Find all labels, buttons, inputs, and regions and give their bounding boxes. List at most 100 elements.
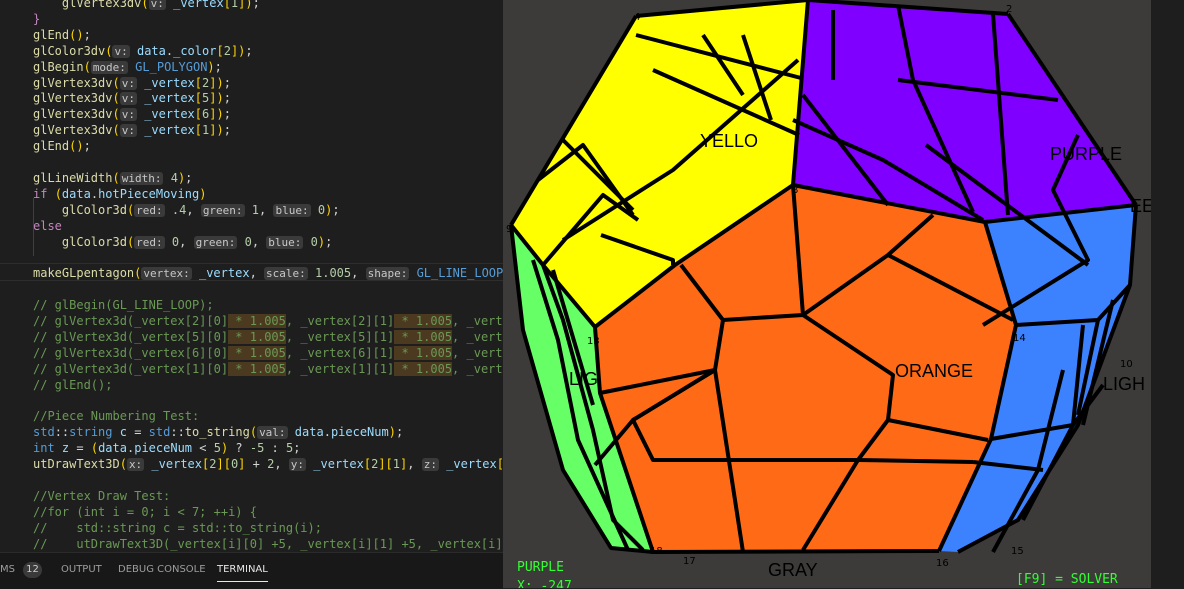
code-token: 2: [223, 43, 231, 58]
code-line[interactable]: // utDrawText3D(_vertex[i][0] +5, _verte…: [33, 536, 503, 552]
code-token: glBegin: [33, 59, 84, 74]
label-gray: GRAY: [768, 560, 818, 580]
code-token: glVertex3dv: [33, 91, 113, 106]
code-token: c: [119, 425, 127, 440]
code-token: _vertex: [313, 457, 364, 472]
code-token: _vertex: [144, 75, 195, 90]
code-line[interactable]: glColor3d(red: .4, green: 1, blue: 0);: [33, 202, 340, 218]
code-token: // glEnd();: [33, 377, 113, 392]
vertex-number-14: 14: [1013, 333, 1026, 344]
code-line[interactable]: glColor3dv(v: data._color[2]);: [33, 43, 253, 59]
code-token: ;: [214, 59, 222, 74]
inlay-hint: v:: [119, 108, 137, 122]
code-token: ?: [228, 441, 250, 456]
inlay-hint: v:: [148, 0, 166, 10]
code-line[interactable]: // std::string c = std::to_string(i);: [33, 520, 322, 536]
code-line[interactable]: int z = (data.pieceNum < 5) ? -5 : 5;: [33, 440, 300, 456]
code-line[interactable]: // glVertex3d(_vertex[1][0] * 1.005, _ve…: [33, 361, 503, 377]
code-line[interactable]: glVertex3dv(v: _vertex[1]);: [33, 0, 260, 11]
code-token: data: [294, 425, 324, 440]
tab-terminal[interactable]: TERMINAL: [217, 564, 268, 582]
code-line[interactable]: // glBegin(GL_LINE_LOOP);: [33, 297, 214, 313]
code-line[interactable]: glColor3d(red: 0, green: 0, blue: 0);: [33, 234, 332, 250]
tab-debug-console[interactable]: DEBUG CONSOLE: [118, 564, 206, 575]
inlay-hint: val:: [257, 426, 288, 440]
code-token: .4: [171, 202, 187, 217]
code-token: [: [216, 43, 224, 58]
vertex-number-15: 15: [1011, 546, 1024, 557]
code-token: utDrawText3D: [33, 457, 120, 472]
tab-problems[interactable]: MS: [0, 564, 15, 575]
code-line[interactable]: glVertex3dv(v: _vertex[1]);: [33, 122, 231, 138]
code-line[interactable]: // glVertex3d(_vertex[5][0] * 1.005, _ve…: [33, 329, 503, 345]
code-line[interactable]: //for (int i = 0; i < 7; ++i) {: [33, 504, 257, 520]
code-token: =: [69, 441, 91, 456]
code-token: ;: [185, 170, 193, 185]
code-token: , _vertex[6][1]: [285, 345, 395, 360]
code-token: , _vertex[1][1]: [285, 361, 395, 376]
editor-right-strip: [1151, 0, 1184, 552]
inlay-hint: v:: [119, 76, 137, 90]
code-line[interactable]: glEnd();: [33, 138, 91, 154]
code-token: ): [317, 234, 326, 249]
code-line[interactable]: else: [33, 218, 62, 234]
code-line[interactable]: }: [33, 11, 40, 27]
code-line[interactable]: glEnd();: [33, 27, 91, 43]
code-token: glEnd: [33, 27, 70, 42]
code-token: _vertex: [144, 91, 195, 106]
code-token: pieceNum: [134, 441, 193, 456]
code-token: ;: [223, 107, 231, 122]
tab-output[interactable]: OUTPUT: [61, 564, 102, 575]
code-token: ): [199, 186, 207, 201]
code-line[interactable]: glLineWidth(width: 4);: [33, 170, 192, 186]
code-token: ;: [325, 234, 333, 249]
code-token: _color: [173, 43, 217, 58]
inlay-hint: v:: [112, 44, 130, 58]
code-token: (: [54, 186, 62, 201]
code-line[interactable]: glVertex3dv(v: _vertex[5]);: [33, 90, 231, 106]
code-token: ;: [252, 0, 260, 10]
code-token: (): [69, 139, 84, 154]
code-token: ;: [223, 75, 231, 90]
code-token: glVertex3dv: [33, 123, 113, 138]
code-token: glVertex3dv: [33, 75, 113, 90]
solver-hint: [F9] = SOLVER: [1016, 572, 1118, 587]
code-line[interactable]: // glEnd();: [33, 377, 112, 393]
code-token: (: [90, 441, 99, 456]
code-token: 0: [244, 234, 252, 249]
selected-color-text: PURPLE: [517, 560, 564, 575]
code-token: [: [223, 457, 231, 472]
code-line[interactable]: // glVertex3d(_vertex[6][0] * 1.005, _ve…: [33, 345, 503, 361]
code-token: _vertex: [446, 457, 497, 472]
code-token: ,: [186, 202, 201, 217]
code-token: ;: [395, 425, 404, 440]
code-line[interactable]: // glVertex3d(_vertex[2][0] * 1.005, _ve…: [33, 313, 503, 329]
inlay-hint: x:: [126, 458, 145, 472]
code-token: , _vertex[2][1]: [285, 314, 395, 328]
megaminx-render[interactable]: YELLO PURPLE EE ORANGE LIG LIGH GRAY 4 2…: [503, 0, 1151, 588]
code-line[interactable]: std::string c = std::to_string(val: data…: [33, 424, 403, 440]
code-token: pieceNum: [330, 425, 389, 440]
code-line[interactable]: glVertex3dv(v: _vertex[6]);: [33, 106, 231, 122]
code-token: :: [264, 441, 286, 456]
vertex-number-2: 2: [1006, 4, 1012, 15]
code-token: // glBegin(GL_LINE_LOOP);: [33, 298, 214, 313]
code-token: ;: [245, 43, 253, 58]
code-token: 0: [310, 234, 318, 249]
code-line[interactable]: glBegin(mode: GL_POLYGON);: [33, 59, 222, 75]
code-line[interactable]: //Piece Numbering Test:: [33, 408, 199, 424]
code-line[interactable]: //Vertex Draw Test:: [33, 488, 170, 504]
code-line[interactable]: glVertex3dv(v: _vertex[2]);: [33, 75, 231, 91]
opengl-viewport[interactable]: YELLO PURPLE EE ORANGE LIG LIGH GRAY 4 2…: [503, 0, 1151, 588]
code-token: * 1.005: [228, 345, 286, 360]
code-line[interactable]: if (data.hotPieceMoving): [33, 186, 206, 202]
code-token: glVertex3dv: [61, 0, 142, 10]
code-line[interactable]: utDrawText3D(x: _vertex[2][0] + 2, y: _v…: [33, 456, 503, 472]
code-token: * 1.005: [394, 361, 453, 376]
